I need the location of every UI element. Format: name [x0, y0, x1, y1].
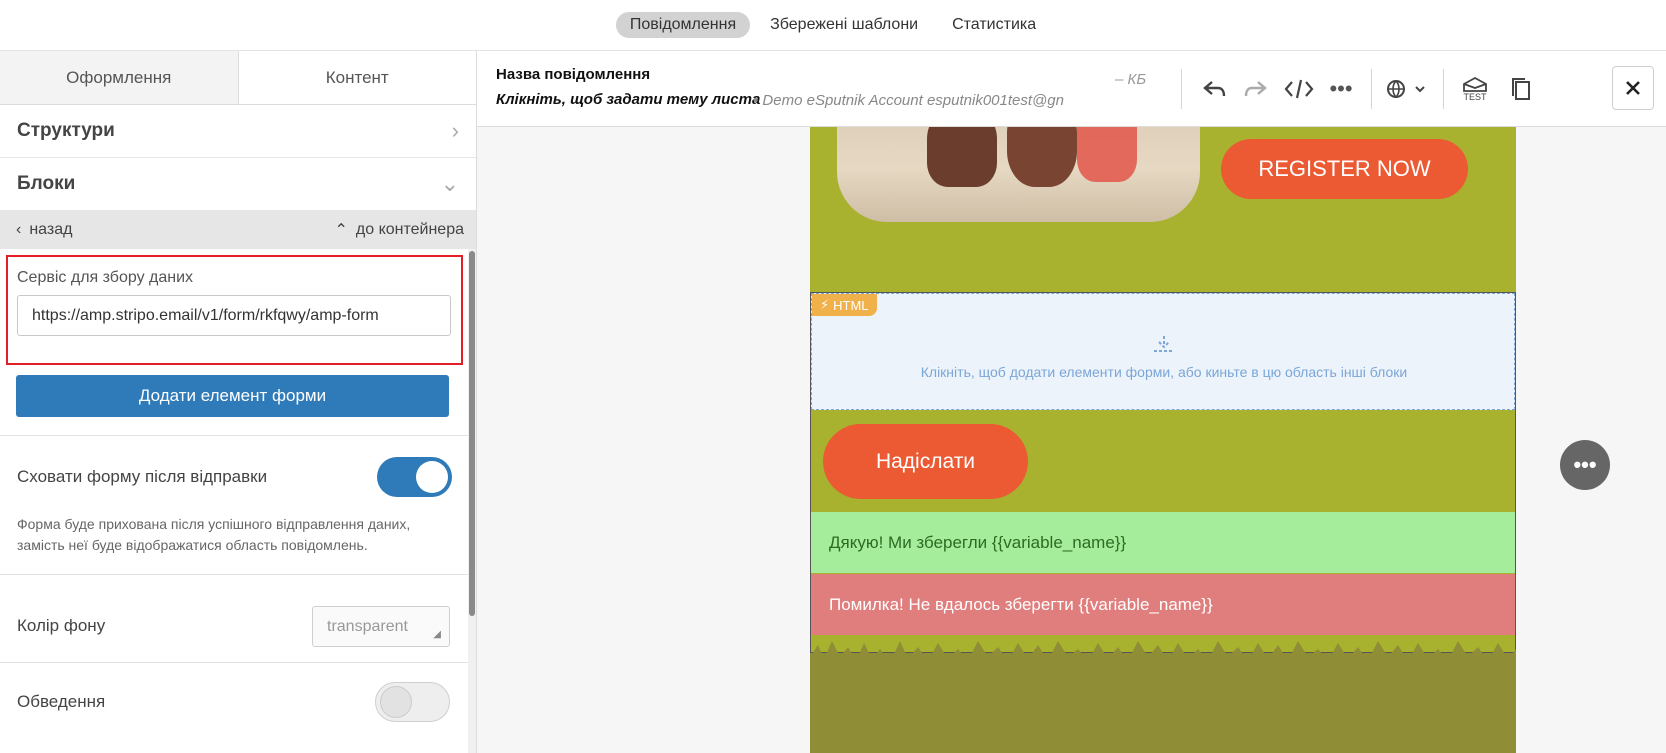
chevron-up-icon: ⌃	[334, 222, 348, 239]
border-toggle[interactable]	[375, 682, 450, 722]
image-figure	[1007, 127, 1077, 187]
to-container-button[interactable]: ⌃ до контейнера	[334, 220, 464, 240]
register-now-button[interactable]: REGISTER NOW	[1221, 139, 1468, 199]
error-message[interactable]: Помилка! Не вдалось зберегти {{variable_…	[811, 574, 1515, 635]
settings-scroll-area: Сервіс для збору даних Додати елемент фо…	[0, 249, 476, 753]
back-label: назад	[29, 221, 73, 238]
more-icon[interactable]: •••	[1323, 71, 1359, 107]
language-select[interactable]	[1381, 71, 1433, 107]
image-figure	[1077, 127, 1137, 182]
success-message[interactable]: Дякую! Ми зберегли {{variable_name}}	[811, 512, 1515, 573]
hide-form-toggle[interactable]	[377, 457, 452, 497]
message-size: – КБ	[1115, 71, 1147, 88]
to-container-label: до контейнера	[355, 221, 464, 238]
structures-label: Структури	[17, 120, 115, 141]
blocks-section[interactable]: Блоки ⌄	[0, 158, 476, 211]
structures-section[interactable]: Структури ›	[0, 105, 476, 158]
toggle-knob	[380, 686, 412, 718]
divider	[1371, 69, 1372, 109]
tab-content[interactable]: Контент	[238, 51, 476, 104]
divider	[1443, 69, 1444, 109]
resize-corner-icon: ◢	[433, 629, 441, 640]
bg-color-value: transparent	[327, 617, 408, 635]
service-url-input[interactable]	[17, 295, 451, 336]
scrollbar[interactable]	[468, 249, 476, 753]
copy-icon[interactable]	[1503, 71, 1539, 107]
chevron-right-icon: ›	[451, 118, 459, 143]
drop-zone-text: Клікніть, щоб додати елементи форми, або…	[920, 364, 1408, 380]
redo-icon[interactable]	[1237, 71, 1273, 107]
email-body: REGISTER NOW ⚡ HTML Клікніть, щоб додати…	[810, 127, 1516, 753]
divider	[0, 435, 469, 436]
scrollbar-thumb[interactable]	[469, 251, 475, 616]
bg-color-input[interactable]: transparent ◢	[312, 606, 450, 647]
back-bar: ‹ назад ⌃ до контейнера	[0, 211, 476, 249]
toggle-knob	[416, 461, 448, 493]
beach-image[interactable]	[837, 127, 1200, 222]
divider	[1181, 69, 1182, 109]
tab-messages[interactable]: Повідомлення	[615, 12, 751, 38]
service-label: Сервіс для збору даних	[17, 269, 194, 286]
image-figure	[927, 127, 997, 187]
test-label: TEST	[1463, 92, 1487, 102]
divider	[0, 574, 469, 575]
amp-form-block[interactable]: ⚡ HTML Клікніть, щоб додати елементи фор…	[810, 292, 1516, 653]
divider	[0, 662, 469, 663]
undo-icon[interactable]	[1197, 71, 1233, 107]
block-more-button[interactable]: •••	[1560, 440, 1610, 490]
lightning-icon: ⚡	[820, 297, 830, 312]
close-button[interactable]	[1612, 66, 1654, 110]
add-form-element-button[interactable]: Додати елемент форми	[16, 375, 449, 417]
email-canvas: REGISTER NOW ⚡ HTML Клікніть, щоб додати…	[477, 127, 1666, 753]
subject-field[interactable]: Клікніть, щоб задати тему листа	[496, 91, 760, 108]
form-drop-zone[interactable]: ⚡ HTML Клікніть, щоб додати елементи фор…	[811, 293, 1515, 410]
chevron-left-icon: ‹	[16, 221, 22, 238]
chevron-down-icon: ⌄	[440, 171, 459, 196]
back-button[interactable]: ‹ назад	[16, 221, 72, 239]
editor-header: Назва повідомлення Клікніть, щоб задати …	[477, 51, 1666, 127]
grass-image	[810, 641, 1516, 753]
bg-color-label: Колір фону	[17, 616, 106, 635]
blocks-label: Блоки	[17, 173, 76, 194]
tab-design[interactable]: Оформлення	[0, 51, 239, 104]
html-block-tag: ⚡ HTML	[812, 294, 877, 316]
hide-form-hint: Форма буде прихована після успішного від…	[17, 516, 411, 553]
top-nav: Повідомлення Збережені шаблони Статистик…	[0, 0, 1666, 51]
border-label: Обведення	[17, 692, 106, 711]
send-button[interactable]: Надіслати	[823, 424, 1028, 499]
code-icon[interactable]	[1281, 71, 1317, 107]
tab-saved-templates[interactable]: Збережені шаблони	[756, 12, 932, 38]
tab-statistics[interactable]: Статистика	[938, 12, 1050, 38]
settings-panel: Оформлення Контент Структури › Блоки ⌄ ‹…	[0, 51, 477, 753]
message-name[interactable]: Назва повідомлення	[496, 66, 650, 83]
sender-info: • Demo eSputnik Account esputnik001test@…	[753, 92, 1064, 109]
html-tag-label: HTML	[833, 297, 869, 313]
test-email-icon[interactable]: TEST	[1457, 71, 1493, 107]
hide-form-label: Сховати форму після відправки	[17, 467, 268, 486]
download-icon	[1152, 334, 1176, 359]
